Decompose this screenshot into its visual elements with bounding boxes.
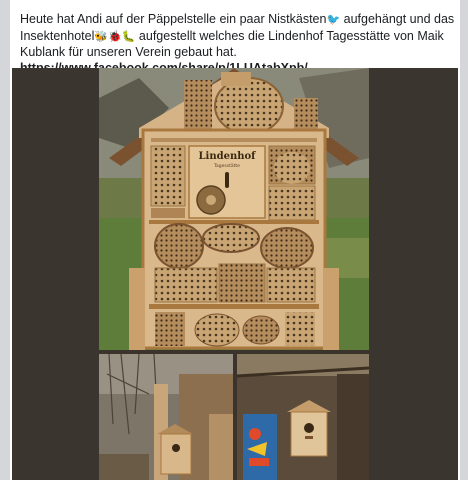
- insect-hotel-photo[interactable]: Lindenhof Tagesstätte: [99, 68, 369, 350]
- sign-text: Lindenhof: [199, 151, 257, 162]
- birdhouse-photo-left[interactable]: [99, 354, 233, 480]
- post-caption: Heute hat Andi auf der Päppelstelle ein …: [20, 12, 460, 76]
- caption-text-1: Heute hat Andi auf der Päppelstelle ein …: [20, 12, 327, 26]
- birdhouse-photo-right[interactable]: [237, 354, 369, 480]
- facebook-post: Heute hat Andi auf der Päppelstelle ein …: [10, 0, 460, 480]
- sign-subtext: Tagesstätte: [213, 163, 240, 169]
- insects-emoji-icon: 🐝🐞🐛: [94, 30, 136, 43]
- media-padding-left: [12, 68, 99, 480]
- bird-emoji-icon: 🐦: [326, 14, 341, 26]
- photo-collage[interactable]: Lindenhof Tagesstätte: [12, 68, 458, 480]
- media-padding-right: [369, 68, 458, 480]
